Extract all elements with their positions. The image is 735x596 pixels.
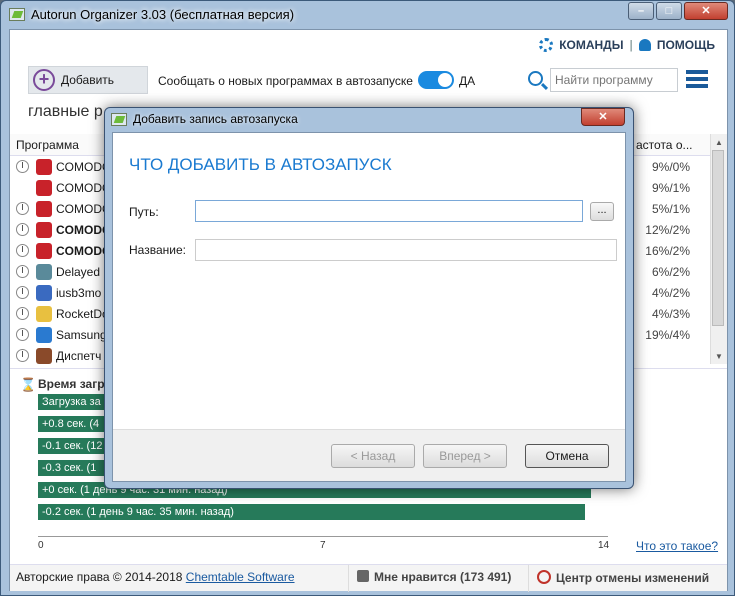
back-button[interactable]: < Назад: [331, 444, 415, 468]
frequency-value: 16%/2%: [645, 244, 690, 258]
name-label: Название:: [129, 243, 186, 257]
clock-icon: [16, 244, 29, 257]
column-header-frequency[interactable]: астота о...: [636, 138, 693, 152]
undo-icon: [537, 570, 551, 584]
add-entry-dialog: Добавить запись автозапуска ✕ ЧТО ДОБАВИ…: [104, 107, 634, 489]
close-button[interactable]: ✕: [684, 2, 728, 20]
like-button[interactable]: Мне нравится (173 491): [348, 565, 518, 592]
undo-label: Центр отмены изменений: [556, 571, 710, 585]
speaker-icon: [36, 348, 52, 364]
program-name: Samsung: [56, 328, 107, 342]
add-button-label: Добавить: [61, 73, 115, 87]
dialog-title-bar: Добавить запись автозапуска ✕: [105, 108, 633, 132]
axis-tick: 14: [598, 540, 610, 551]
window-title: Autorun Organizer 3.03 (бесплатная верси…: [31, 7, 295, 22]
app-icon: [9, 8, 25, 21]
copyright-text: Авторские права © 2014-2018: [16, 570, 183, 584]
frequency-value: 6%/2%: [651, 265, 690, 279]
search-icon[interactable]: [528, 71, 543, 86]
program-name: Delayed: [56, 265, 101, 279]
notify-label: Сообщать о новых программах в автозапуск…: [158, 74, 413, 88]
frequency-value: 19%/4%: [645, 328, 690, 342]
comodo-icon: [36, 159, 52, 175]
comodo-icon: [36, 243, 52, 259]
axis-tick: 0: [38, 540, 44, 551]
like-label: Мне нравится (173 491): [374, 570, 512, 584]
program-name: Диспетч: [56, 349, 102, 363]
plus-icon: +: [33, 69, 55, 91]
gear-icon: [539, 38, 554, 52]
toggle-value: ДА: [459, 74, 476, 88]
title-bar: Autorun Organizer 3.03 (бесплатная верси…: [1, 1, 734, 29]
comodo-icon: [36, 201, 52, 217]
help-icon: [638, 39, 651, 51]
copyright: Авторские права © 2014-2018 Chemtable So…: [16, 570, 295, 584]
samsung-icon: [36, 327, 52, 343]
clock-icon: [16, 223, 29, 236]
cancel-button[interactable]: Отмена: [525, 444, 609, 468]
section-title: главные р: [28, 103, 103, 120]
hamburger-menu-icon[interactable]: [686, 70, 708, 90]
scroll-up-icon[interactable]: ▲: [715, 138, 723, 147]
help-link[interactable]: ПОМОЩЬ: [657, 38, 715, 52]
axis-tick: 7: [320, 540, 326, 551]
dialog-title: Добавить запись автозапуска: [133, 112, 298, 126]
comodo-icon: [36, 222, 52, 238]
frequency-value: 4%/2%: [651, 286, 690, 300]
usb-icon: [36, 285, 52, 301]
boot-time-title: Время загр: [38, 377, 105, 391]
path-label: Путь:: [129, 205, 159, 219]
frequency-value: 12%/2%: [645, 223, 690, 237]
dialog-body: ЧТО ДОБАВИТЬ В АВТОЗАПУСК Путь: ... Назв…: [112, 132, 626, 482]
frequency-value: 5%/1%: [651, 202, 690, 216]
whats-this-link[interactable]: Что это такое?: [636, 539, 718, 553]
chart-axis: [38, 536, 608, 537]
top-links: КОМАНДЫ | ПОМОЩЬ: [539, 38, 715, 52]
dialog-footer: < Назад Вперед > Отмена: [113, 429, 625, 481]
path-input[interactable]: [195, 200, 583, 222]
dialog-close-button[interactable]: ✕: [581, 108, 625, 126]
notify-toggle[interactable]: [418, 71, 454, 89]
minimize-button[interactable]: –: [628, 2, 654, 20]
comodo-icon: [36, 180, 52, 196]
program-name: RocketDo: [56, 307, 109, 321]
name-input[interactable]: [195, 239, 617, 261]
hourglass-icon: ⌛: [20, 377, 37, 392]
commands-link[interactable]: КОМАНДЫ: [559, 38, 623, 52]
clock-icon: [16, 286, 29, 299]
column-header-program[interactable]: Программа: [16, 138, 79, 152]
window-icon: [36, 264, 52, 280]
clock-icon: [16, 265, 29, 278]
dialog-heading: ЧТО ДОБАВИТЬ В АВТОЗАПУСК: [129, 155, 392, 174]
status-bar: Авторские права © 2014-2018 Chemtable So…: [10, 564, 727, 592]
browse-button[interactable]: ...: [590, 202, 614, 221]
boot-time-bar: -0.2 сек. (1 день 9 час. 35 мин. назад): [38, 504, 585, 520]
clock-icon: [16, 160, 29, 173]
add-button[interactable]: + Добавить: [28, 66, 148, 94]
undo-center-button[interactable]: Центр отмены изменений: [528, 565, 727, 592]
app-icon: [111, 113, 127, 126]
rocketdock-icon: [36, 306, 52, 322]
program-name: iusb3mo: [56, 286, 102, 300]
clock-icon: [16, 307, 29, 320]
scrollbar-thumb[interactable]: [712, 150, 724, 326]
links-separator: |: [629, 38, 633, 52]
frequency-value: 4%/3%: [651, 307, 690, 321]
search-input[interactable]: [550, 68, 678, 92]
thumbs-up-icon: [357, 570, 369, 582]
clock-icon: [16, 202, 29, 215]
clock-icon: [16, 328, 29, 341]
scroll-down-icon[interactable]: ▼: [715, 352, 723, 361]
frequency-value: 9%/1%: [651, 181, 690, 195]
maximize-button[interactable]: □: [656, 2, 682, 20]
company-link[interactable]: Chemtable Software: [186, 570, 295, 584]
clock-icon: [16, 349, 29, 362]
next-button[interactable]: Вперед >: [423, 444, 507, 468]
frequency-value: 9%/0%: [651, 160, 690, 174]
